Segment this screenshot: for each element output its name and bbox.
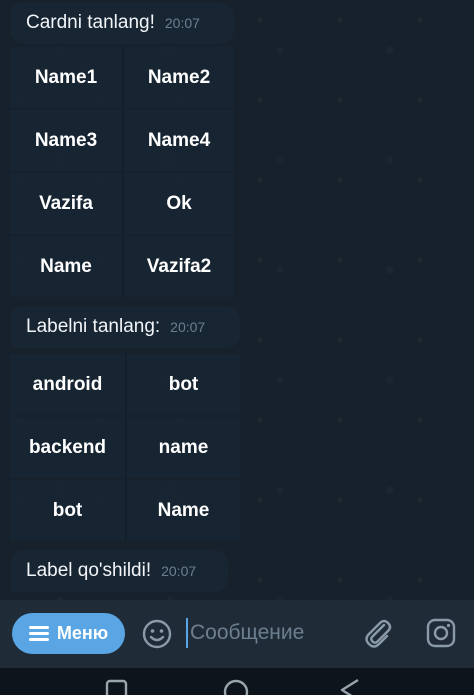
system-nav-bar	[0, 668, 474, 695]
card-button[interactable]: Name3	[10, 110, 122, 171]
message-time: 20:07	[170, 319, 206, 335]
keyboard-row: backend name	[10, 417, 240, 480]
nav-back-icon[interactable]	[340, 678, 359, 695]
card-button[interactable]: Name	[10, 236, 122, 297]
nav-buttons	[105, 678, 359, 695]
hamburger-icon	[28, 626, 49, 641]
card-button[interactable]: Ok	[122, 173, 234, 234]
message-bubble: Labelni tanlang: 20:07	[10, 306, 240, 348]
card-button[interactable]: Name4	[122, 110, 234, 171]
card-button[interactable]: Name1	[10, 47, 122, 108]
keyboard-row: Name Vazifa2	[10, 236, 234, 299]
label-button[interactable]: android	[10, 354, 125, 415]
label-button[interactable]: backend	[10, 417, 125, 478]
card-button[interactable]: Name2	[122, 47, 234, 108]
keyboard-row: Name1 Name2	[10, 47, 234, 110]
label-button[interactable]: name	[125, 417, 240, 478]
camera-icon[interactable]	[425, 617, 457, 649]
message-time: 20:07	[164, 15, 200, 31]
keyboard-row: android bot	[10, 354, 240, 417]
menu-button-label: Меню	[56, 623, 109, 643]
message-bubble: Cardni tanlang! 20:07	[10, 2, 234, 44]
nav-recents-icon[interactable]	[105, 679, 128, 695]
paperclip-icon[interactable]	[362, 616, 394, 650]
card-button[interactable]: Vazifa	[10, 173, 122, 234]
label-button[interactable]: Name	[125, 480, 240, 541]
chat-area: Cardni tanlang! 20:07 Name1 Name2 Name3 N…	[0, 0, 474, 600]
message-bubble: Label qo'shildi! 20:07	[10, 550, 228, 592]
menu-button[interactable]: Меню	[12, 613, 125, 654]
label-button[interactable]: bot	[125, 354, 240, 415]
message-text: Label qo'shildi!	[26, 560, 152, 581]
smile-icon[interactable]	[141, 618, 173, 650]
keyboard-row: Name3 Name4	[10, 110, 234, 173]
keyboard-row: bot Name	[10, 480, 240, 543]
inline-keyboard-cards: Name1 Name2 Name3 Name4 Vazifa Ok Name V…	[10, 47, 234, 299]
message-input[interactable]	[186, 618, 336, 648]
message-text: Labelni tanlang:	[26, 316, 161, 337]
inline-keyboard-labels: android bot backend name bot Name	[10, 354, 240, 543]
keyboard-row: Vazifa Ok	[10, 173, 234, 236]
nav-home-icon[interactable]	[223, 679, 249, 695]
card-button[interactable]: Vazifa2	[122, 236, 234, 297]
message-text: Cardni tanlang!	[26, 12, 155, 33]
message-time: 20:07	[161, 563, 197, 579]
label-button[interactable]: bot	[10, 480, 125, 541]
